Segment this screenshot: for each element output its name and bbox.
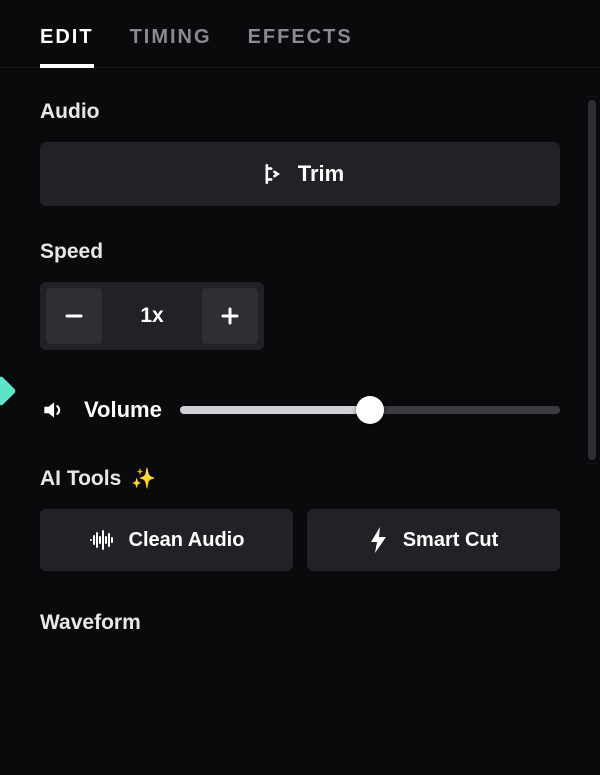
volume-icon — [40, 397, 66, 423]
tab-effects[interactable]: EFFECTS — [248, 26, 353, 67]
tab-edit[interactable]: EDIT — [40, 26, 94, 67]
waveform-section-label: Waveform — [40, 611, 560, 635]
volume-slider[interactable] — [180, 396, 560, 424]
bolt-icon — [369, 527, 389, 553]
speed-increase-button[interactable] — [202, 288, 258, 344]
smart-cut-button[interactable]: Smart Cut — [307, 509, 560, 571]
volume-label: Volume — [84, 397, 162, 423]
trim-button-label: Trim — [298, 161, 344, 187]
edit-panel: Audio Trim Speed 1x — [0, 68, 600, 635]
speed-stepper: 1x — [40, 282, 264, 350]
smart-cut-label: Smart Cut — [403, 529, 499, 552]
trim-button[interactable]: Trim — [40, 142, 560, 206]
speed-value: 1x — [104, 304, 200, 328]
clean-audio-label: Clean Audio — [129, 529, 245, 552]
tabs: EDIT TIMING EFFECTS — [0, 0, 600, 68]
scrollbar[interactable] — [588, 100, 596, 460]
ai-tools-text: AI Tools — [40, 467, 121, 491]
sparkle-icon: ✨ — [131, 466, 156, 491]
clean-audio-button[interactable]: Clean Audio — [40, 509, 293, 571]
tab-timing[interactable]: TIMING — [130, 26, 212, 67]
speed-decrease-button[interactable] — [46, 288, 102, 344]
ai-tools-section-label: AI Tools ✨ — [40, 466, 560, 491]
volume-row: Volume — [40, 396, 560, 424]
speed-section-label: Speed — [40, 240, 560, 264]
volume-fill — [180, 406, 370, 414]
waveform-icon — [89, 529, 115, 551]
volume-thumb[interactable] — [356, 396, 384, 424]
plus-icon — [218, 304, 242, 328]
trim-icon — [256, 161, 282, 187]
audio-section-label: Audio — [40, 100, 560, 124]
minus-icon — [62, 304, 86, 328]
